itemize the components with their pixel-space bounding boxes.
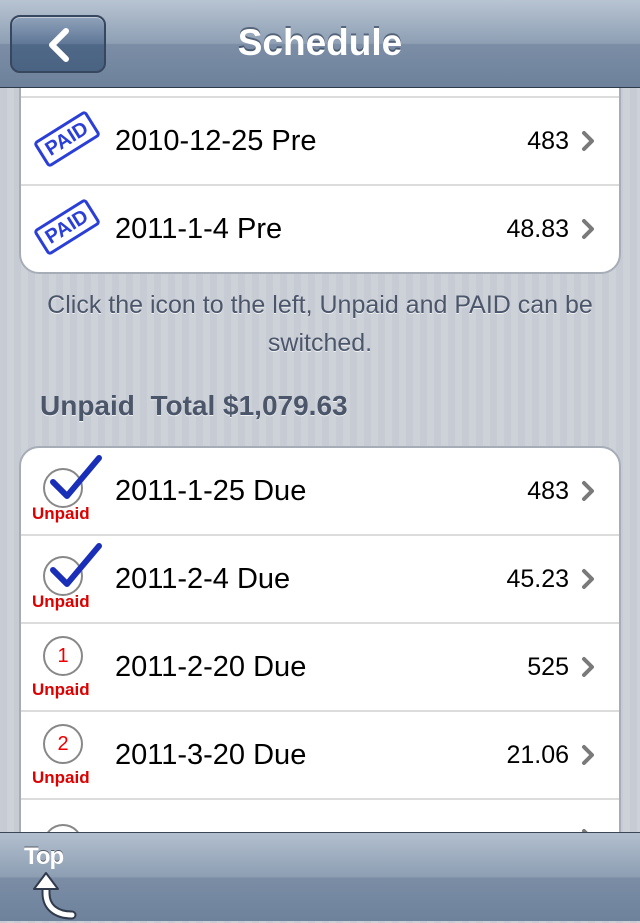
bottom-toolbar: Top (0, 832, 640, 921)
section-header: Unpaid Total $1,079.63 (40, 390, 348, 421)
back-button[interactable] (10, 15, 106, 73)
schedule-row-unpaid[interactable]: 2 Unpaid 2011-3-20 Due 21.06 (21, 712, 619, 800)
paid-schedule-group: PAID 2010-12-25 Pre 483 PAID 2011-1-4 Pr… (19, 60, 621, 274)
unpaid-toggle-icon[interactable]: Unpaid (29, 540, 111, 620)
schedule-amount: 483 (527, 477, 569, 505)
navigation-bar: Schedule (0, 0, 640, 88)
schedule-row-paid[interactable]: PAID 2011-1-4 Pre 48.83 (21, 186, 619, 272)
schedule-date-label: 2010-12-25 Pre (115, 125, 317, 157)
unpaid-label: Unpaid (32, 504, 90, 523)
installment-number-icon: 2 (43, 724, 83, 764)
checkmark-icon (50, 543, 102, 587)
schedule-date-label: 2011-1-25 Due (115, 475, 307, 507)
paid-stamp: PAID (32, 109, 102, 169)
chevron-right-icon (582, 481, 594, 501)
schedule-amount: 21.06 (506, 741, 569, 769)
hint-text: Click the icon to the left, Unpaid and P… (47, 291, 593, 357)
checkmark-icon (50, 455, 102, 499)
chevron-right-icon (582, 657, 594, 677)
schedule-row-unpaid[interactable]: Unpaid 2011-2-4 Due 45.23 (21, 536, 619, 624)
unpaid-label: Unpaid (32, 592, 90, 611)
schedule-amount: 525 (527, 653, 569, 681)
chevron-right-icon (582, 219, 594, 239)
paid-toggle-icon[interactable]: PAID (29, 102, 111, 182)
unpaid-schedule-group: Unpaid 2011-1-25 Due 483 Unpaid 2011-2-4… (19, 446, 621, 866)
schedule-row-paid[interactable]: PAID 2010-12-25 Pre 483 (21, 98, 619, 186)
schedule-date-label: 2011-3-20 Due (115, 739, 307, 771)
schedule-date-label: 2011-1-4 Pre (115, 213, 283, 245)
chevron-right-icon (582, 131, 594, 151)
unpaid-label: Unpaid (32, 680, 90, 699)
schedule-row-unpaid[interactable]: 1 Unpaid 2011-2-20 Due 525 (21, 624, 619, 712)
unpaid-label: Unpaid (32, 768, 90, 787)
curved-up-arrow-icon (33, 872, 77, 920)
paid-toggle-icon[interactable]: PAID (29, 190, 111, 270)
unpaid-toggle-icon[interactable]: 2 Unpaid (29, 716, 111, 796)
schedule-amount: 45.23 (506, 565, 569, 593)
schedule-amount: 48.83 (506, 215, 569, 243)
unpaid-toggle-icon[interactable]: Unpaid (29, 452, 111, 532)
page-title: Schedule (237, 22, 403, 63)
installment-number-icon: 1 (43, 636, 83, 676)
paid-stamp: PAID (32, 197, 102, 257)
schedule-date-label: 2011-2-20 Due (115, 651, 307, 683)
chevron-right-icon (582, 745, 594, 765)
unpaid-toggle-icon[interactable]: 1 Unpaid (29, 628, 111, 708)
chevron-left-icon (49, 28, 69, 62)
schedule-row-unpaid[interactable]: Unpaid 2011-1-25 Due 483 (21, 448, 619, 536)
schedule-date-label: 2011-2-4 Due (115, 563, 291, 595)
schedule-amount: 483 (527, 127, 569, 155)
scroll-to-top-button[interactable]: Top (18, 839, 98, 920)
chevron-right-icon (582, 569, 594, 589)
